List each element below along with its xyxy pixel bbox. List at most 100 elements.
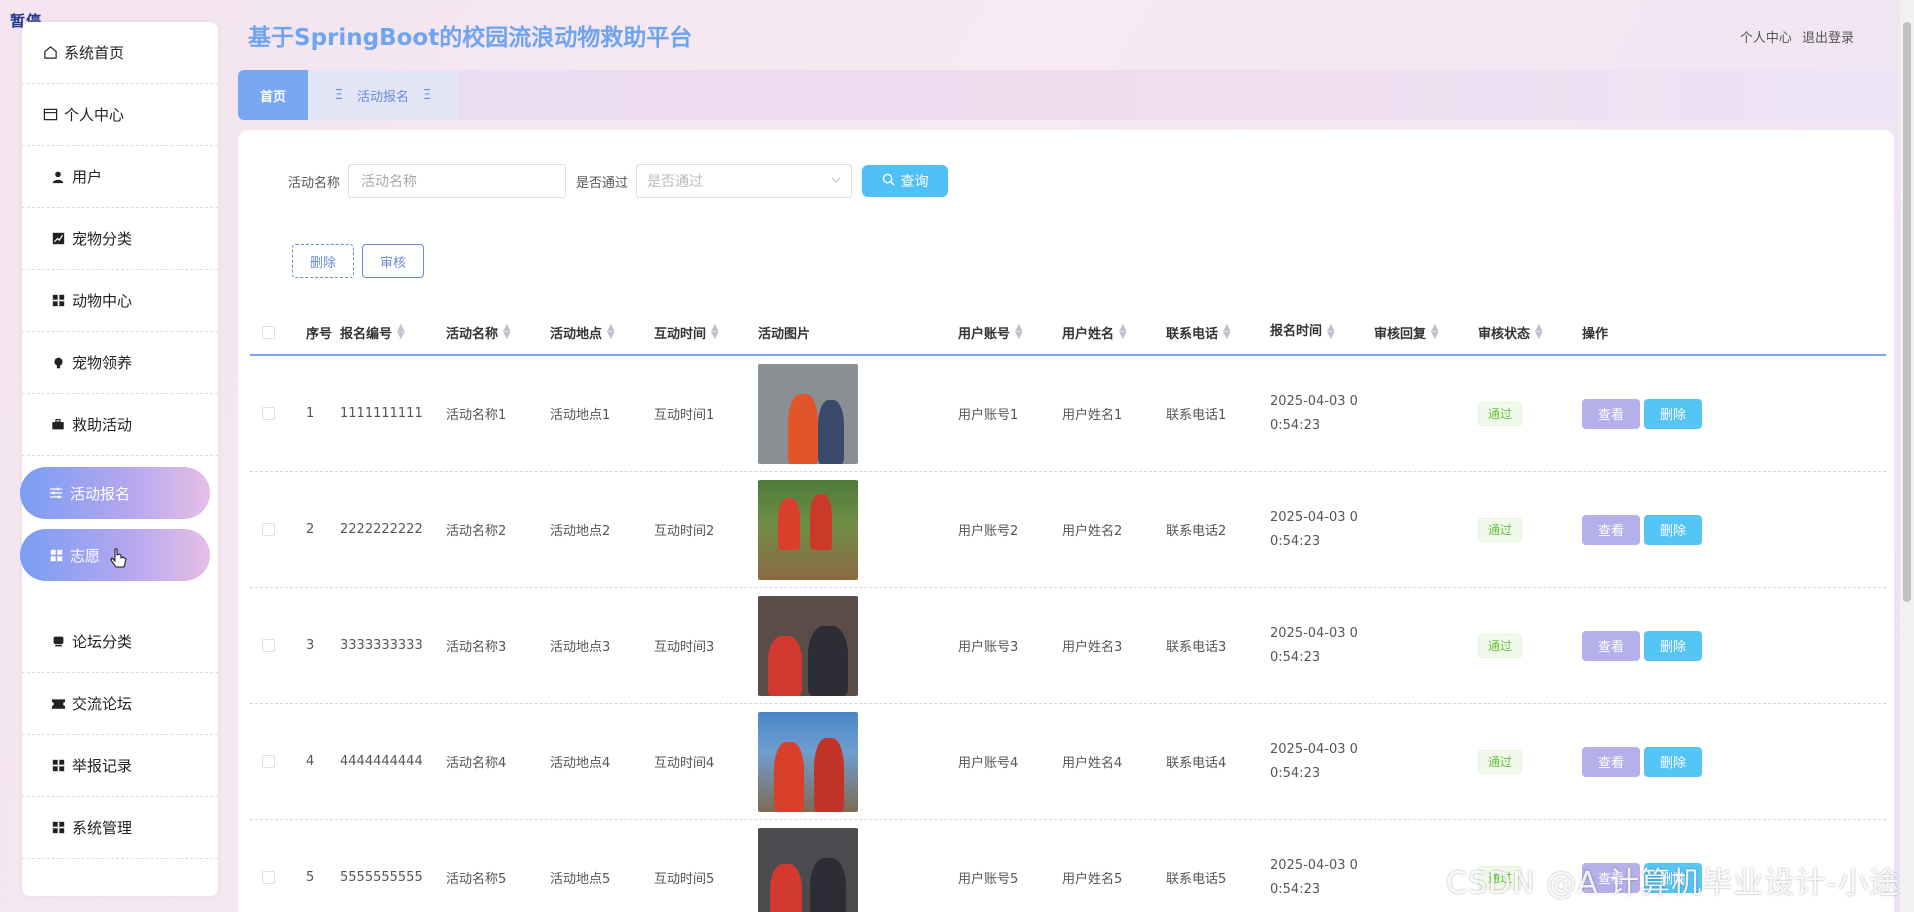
header-cell[interactable]: 活动名称 ▲ ▼: [446, 323, 550, 342]
sidebar-item-label: 交流论坛: [72, 695, 133, 713]
chart-icon: [50, 231, 66, 247]
row-index: 5: [306, 870, 315, 885]
pass-select[interactable]: 是否通过: [636, 164, 853, 198]
header-cell[interactable]: 用户姓名 ▲ ▼: [1062, 323, 1166, 342]
sort-icon[interactable]: ▲ ▼: [1015, 323, 1023, 341]
contact-phone: 联系电话4: [1166, 756, 1227, 771]
status-badge: 通过: [1478, 401, 1523, 426]
sidebar-item-system[interactable]: 系统管理: [22, 797, 218, 859]
sidebar-item-home[interactable]: 系统首页: [22, 22, 218, 84]
header-cell: 活动图片: [758, 323, 958, 342]
sidebar-item-report[interactable]: 举报记录: [22, 735, 218, 797]
sidebar-item-pet-category[interactable]: 宠物分类: [22, 208, 218, 270]
header-label: 操作: [1582, 326, 1609, 342]
signup-time-line: 0:54:23: [1270, 765, 1321, 781]
sidebar-item-user[interactable]: 用户: [22, 146, 218, 208]
sidebar-item-activity-signup[interactable]: 活动报名: [20, 467, 210, 519]
review-button[interactable]: 审核: [362, 244, 424, 278]
query-button[interactable]: 查询: [862, 165, 949, 197]
sidebar-item-profile[interactable]: 个人中心: [22, 84, 218, 146]
sort-icon[interactable]: ▲ ▼: [397, 323, 405, 341]
activity-photo[interactable]: [758, 479, 858, 580]
header-label: 活动名称: [446, 326, 499, 342]
header-cell[interactable]: 活动地点 ▲ ▼: [550, 323, 654, 342]
header-label: 互动时间: [654, 326, 707, 342]
sidebar-item-adoption[interactable]: 宠物领养: [22, 332, 218, 394]
grid-icon: [50, 820, 66, 836]
sort-icon[interactable]: ▲ ▼: [607, 323, 615, 341]
header-cell[interactable]: 用户账号 ▲ ▼: [958, 323, 1062, 342]
view-button[interactable]: 查看: [1582, 630, 1640, 661]
sidebar-item-animal-center[interactable]: 动物中心: [22, 270, 218, 332]
briefcase-icon: [50, 417, 66, 433]
watermark: CSDN @A 计算机毕业设计-小途: [1446, 866, 1900, 901]
bulb-icon: [50, 355, 66, 371]
header-cell[interactable]: 审核回复 ▲ ▼: [1374, 323, 1478, 342]
sort-icon[interactable]: ▲ ▼: [1223, 323, 1231, 341]
row-checkbox[interactable]: [261, 755, 275, 768]
search-row: 活动名称 活动名称 是否通过 是否通过 查询: [288, 164, 949, 198]
header-cell[interactable]: 互动时间 ▲ ▼: [654, 323, 758, 342]
row-delete-button[interactable]: 删除: [1644, 398, 1702, 429]
header-label: 活动图片: [758, 326, 811, 342]
page-scrollbar[interactable]: [1900, 0, 1914, 912]
activity-photo[interactable]: [758, 827, 858, 912]
header-label: 序号: [306, 326, 333, 342]
row-index: 3: [306, 638, 315, 653]
sidebar-item-label: 动物中心: [72, 292, 133, 310]
view-button[interactable]: 查看: [1582, 514, 1640, 545]
activity-photo[interactable]: [758, 363, 858, 464]
pass-select-placeholder: 是否通过: [647, 174, 704, 190]
row-checkbox[interactable]: [261, 523, 275, 536]
view-button[interactable]: 查看: [1582, 746, 1640, 777]
row-delete-button[interactable]: 删除: [1644, 630, 1702, 661]
table-row: 4 4444444444 活动名称4 活动地点4 互动时间4 用户账号4 用户姓…: [250, 704, 1886, 820]
sidebar-item-forum[interactable]: 交流论坛: [22, 673, 218, 735]
signup-time-line: 2025-04-03 0: [1270, 509, 1358, 525]
contact-phone: 联系电话5: [1166, 872, 1227, 887]
header-label: 用户账号: [958, 326, 1011, 342]
menu-icon: Ξ: [423, 87, 432, 103]
row-checkbox[interactable]: [261, 871, 275, 884]
header-cell[interactable]: 联系电话 ▲ ▼: [1166, 323, 1270, 342]
table-row: 2 2222222222 活动名称2 活动地点2 互动时间2 用户账号2 用户姓…: [250, 472, 1886, 588]
sort-icon[interactable]: ▲ ▼: [1327, 323, 1335, 341]
header-cell[interactable]: 报名编号 ▲ ▼: [340, 323, 446, 342]
row-delete-button[interactable]: 删除: [1644, 514, 1702, 545]
sort-icon[interactable]: ▲ ▼: [1119, 323, 1127, 341]
row-index: 1: [306, 406, 315, 421]
delete-button[interactable]: 删除: [292, 244, 354, 278]
row-checkbox[interactable]: [261, 407, 275, 420]
sidebar-item-forum-category[interactable]: 论坛分类: [22, 611, 218, 673]
sidebar-item-label: 系统首页: [64, 44, 125, 62]
user-account: 用户账号2: [958, 524, 1019, 539]
activity-photo[interactable]: [758, 711, 858, 812]
activity-time: 互动时间1: [654, 408, 715, 423]
sort-icon[interactable]: ▲ ▼: [1535, 323, 1543, 341]
logout-link[interactable]: 退出登录: [1802, 31, 1854, 46]
sort-icon[interactable]: ▲ ▼: [711, 323, 719, 341]
tab-home[interactable]: 首页: [238, 70, 308, 120]
row-index: 4: [306, 754, 315, 769]
table-row: 3 3333333333 活动名称3 活动地点3 互动时间3 用户账号3 用户姓…: [250, 588, 1886, 704]
row-index: 2: [306, 522, 315, 537]
header-cell[interactable]: 审核状态 ▲ ▼: [1478, 323, 1582, 342]
select-all-checkbox[interactable]: [261, 325, 275, 339]
sidebar-item-label: 救助活动: [72, 416, 133, 434]
profile-link[interactable]: 个人中心: [1740, 31, 1792, 46]
row-checkbox[interactable]: [261, 639, 275, 652]
header-label: 报名编号: [340, 326, 393, 342]
activity-photo[interactable]: [758, 595, 858, 696]
sidebar-item-rescue-activity[interactable]: 救助活动: [22, 394, 218, 456]
activity-name-input[interactable]: 活动名称: [348, 164, 567, 198]
sort-icon[interactable]: ▲ ▼: [1431, 323, 1439, 341]
view-button[interactable]: 查看: [1582, 398, 1640, 429]
sort-icon[interactable]: ▲ ▼: [503, 323, 511, 341]
sidebar-item-label: 宠物领养: [72, 354, 133, 372]
activity-time: 互动时间4: [654, 756, 715, 771]
scrollbar-thumb[interactable]: [1903, 22, 1911, 602]
tab-activity-signup[interactable]: Ξ 活动报名 Ξ: [308, 70, 458, 120]
row-delete-button[interactable]: 删除: [1644, 746, 1702, 777]
header-cell[interactable]: 报名时间 ▲ ▼: [1270, 320, 1374, 344]
signup-number: 5555555555: [340, 870, 423, 885]
